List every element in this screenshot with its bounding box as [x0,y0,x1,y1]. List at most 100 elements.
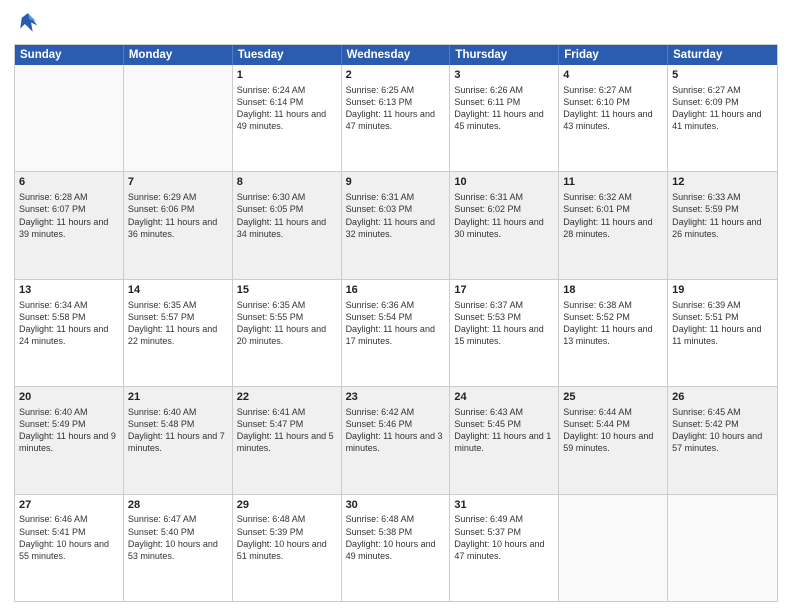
sunrise-text: Sunrise: 6:40 AM [128,407,197,417]
sunrise-text: Sunrise: 6:24 AM [237,85,306,95]
calendar-cell: 23 Sunrise: 6:42 AM Sunset: 5:46 PM Dayligh… [342,387,451,493]
sunrise-text: Sunrise: 6:45 AM [672,407,741,417]
day-number: 4 [563,68,663,83]
calendar-body: 1Sunrise: 6:24 AMSunset: 6:14 PMDaylight… [15,65,777,601]
calendar-cell: 31Sunrise: 6:49 AMSunset: 5:37 PMDayligh… [450,495,559,601]
daylight-text: Daylight: 11 hours and 26 minutes. [672,217,761,239]
daylight-text: Daylight: 11 hours and 32 minutes. [346,217,435,239]
day-number: 9 [346,175,446,190]
sunrise-text: Sunrise: 6:33 AM [672,192,741,202]
sunset-text: Sunset: 5:37 PM [454,527,521,537]
sunset-text: Sunset: 5:45 PM [454,419,521,429]
calendar-cell: 6Sunrise: 6:28 AMSunset: 6:07 PMDaylight… [15,172,124,278]
calendar-cell: 14Sunrise: 6:35 AMSunset: 5:57 PMDayligh… [124,280,233,386]
daylight-text: Daylight: 11 hours and 7 minutes. [128,431,225,453]
sunset-text: Sunset: 6:11 PM [454,97,520,107]
daylight-text: Daylight: 10 hours and 59 minutes. [563,431,653,453]
daylight-text: Daylight: 11 hours and 45 minutes. [454,109,543,131]
sunrise-text: Sunrise: 6:44 AM [563,407,632,417]
calendar-week-row: 20Sunrise: 6:40 AMSunset: 5:49 PMDayligh… [15,386,777,493]
calendar-header: SundayMondayTuesdayWednesdayThursdayFrid… [15,45,777,65]
calendar-cell: 10Sunrise: 6:31 AMSunset: 6:02 PMDayligh… [450,172,559,278]
sunrise-text: Sunrise: 6:42 AM [346,407,415,417]
day-of-week-header: Saturday [668,45,777,65]
day-number: 14 [128,283,228,298]
daylight-text: Daylight: 11 hours and 43 minutes. [563,109,652,131]
sunset-text: Sunset: 5:39 PM [237,527,304,537]
calendar-cell: 20Sunrise: 6:40 AMSunset: 5:49 PMDayligh… [15,387,124,493]
day-number: 17 [454,283,554,298]
day-number: 23 [346,390,446,405]
calendar-cell: 28Sunrise: 6:47 AMSunset: 5:40 PMDayligh… [124,495,233,601]
calendar-cell: 27Sunrise: 6:46 AMSunset: 5:41 PMDayligh… [15,495,124,601]
day-number: 7 [128,175,228,190]
sunset-text: Sunset: 5:40 PM [128,527,195,537]
daylight-text: Daylight: 11 hours and 36 minutes. [128,217,217,239]
sunset-text: Sunset: 5:54 PM [346,312,413,322]
sunrise-text: Sunrise: 6:27 AM [672,85,741,95]
day-number: 13 [19,283,119,298]
sunset-text: Sunset: 5:58 PM [19,312,86,322]
sunrise-text: Sunrise: 6:32 AM [563,192,632,202]
day-number: 18 [563,283,663,298]
sunset-text: Sunset: 5:44 PM [563,419,630,429]
day-number: 10 [454,175,554,190]
sunrise-text: Sunrise: 6:25 AM [346,85,415,95]
calendar-cell: 3Sunrise: 6:26 AMSunset: 6:11 PMDaylight… [450,65,559,171]
day-of-week-header: Sunday [15,45,124,65]
calendar-cell: 29Sunrise: 6:48 AMSunset: 5:39 PMDayligh… [233,495,342,601]
day-number: 6 [19,175,119,190]
daylight-text: Daylight: 10 hours and 57 minutes. [672,431,762,453]
calendar: SundayMondayTuesdayWednesdayThursdayFrid… [14,44,778,602]
day-number: 31 [454,498,554,513]
calendar-cell: 11Sunrise: 6:32 AMSunset: 6:01 PMDayligh… [559,172,668,278]
calendar-cell: 7Sunrise: 6:29 AMSunset: 6:06 PMDaylight… [124,172,233,278]
day-number: 16 [346,283,446,298]
day-number: 15 [237,283,337,298]
sunset-text: Sunset: 5:49 PM [19,419,86,429]
daylight-text: Daylight: 11 hours and 9 minutes. [19,431,116,453]
sunset-text: Sunset: 5:55 PM [237,312,304,322]
calendar-cell: 5Sunrise: 6:27 AMSunset: 6:09 PMDaylight… [668,65,777,171]
daylight-text: Daylight: 11 hours and 49 minutes. [237,109,326,131]
sunset-text: Sunset: 5:52 PM [563,312,630,322]
sunrise-text: Sunrise: 6:46 AM [19,514,88,524]
logo-icon [14,10,42,38]
daylight-text: Daylight: 10 hours and 53 minutes. [128,539,218,561]
sunset-text: Sunset: 6:02 PM [454,204,521,214]
page: SundayMondayTuesdayWednesdayThursdayFrid… [0,0,792,612]
calendar-cell: 4Sunrise: 6:27 AMSunset: 6:10 PMDaylight… [559,65,668,171]
calendar-cell: 1Sunrise: 6:24 AMSunset: 6:14 PMDaylight… [233,65,342,171]
day-of-week-header: Thursday [450,45,559,65]
day-number: 12 [672,175,773,190]
calendar-cell: 25Sunrise: 6:44 AMSunset: 5:44 PMDayligh… [559,387,668,493]
calendar-cell: 8Sunrise: 6:30 AMSunset: 6:05 PMDaylight… [233,172,342,278]
sunset-text: Sunset: 5:57 PM [128,312,195,322]
sunrise-text: Sunrise: 6:36 AM [346,300,415,310]
daylight-text: Daylight: 11 hours and 20 minutes. [237,324,326,346]
sunrise-text: Sunrise: 6:39 AM [672,300,741,310]
header [14,10,778,38]
sunset-text: Sunset: 5:41 PM [19,527,86,537]
daylight-text: Daylight: 11 hours and 3 minutes. [346,431,443,453]
sunset-text: Sunset: 5:38 PM [346,527,413,537]
calendar-cell: 17Sunrise: 6:37 AMSunset: 5:53 PMDayligh… [450,280,559,386]
calendar-week-row: 13 Sunrise: 6:34 AM Sunset: 5:58 PM Dayligh… [15,279,777,386]
sunset-text: Sunset: 5:59 PM [672,204,739,214]
sunrise-text: Sunrise: 6:29 AM [128,192,197,202]
sunrise-text: Sunrise: 6:37 AM [454,300,523,310]
daylight-text: Daylight: 11 hours and 39 minutes. [19,217,108,239]
sunrise-text: Sunrise: 6:47 AM [128,514,197,524]
calendar-cell: 12 Sunrise: 6:33 AM Sunset: 5:59 PM Dayligh… [668,172,777,278]
day-number: 3 [454,68,554,83]
sunrise-text: Sunrise: 6:34 AM [19,300,88,310]
daylight-text: Daylight: 11 hours and 1 minute. [454,431,551,453]
day-number: 29 [237,498,337,513]
daylight-text: Daylight: 11 hours and 30 minutes. [454,217,543,239]
sunset-text: Sunset: 5:46 PM [346,419,413,429]
empty-cell [559,495,668,601]
calendar-cell: 22Sunrise: 6:41 AMSunset: 5:47 PMDayligh… [233,387,342,493]
daylight-text: Daylight: 10 hours and 51 minutes. [237,539,327,561]
sunset-text: Sunset: 6:09 PM [672,97,739,107]
calendar-cell: 13Sunrise: 6:34 AMSunset: 5:58 PMDayligh… [15,280,124,386]
